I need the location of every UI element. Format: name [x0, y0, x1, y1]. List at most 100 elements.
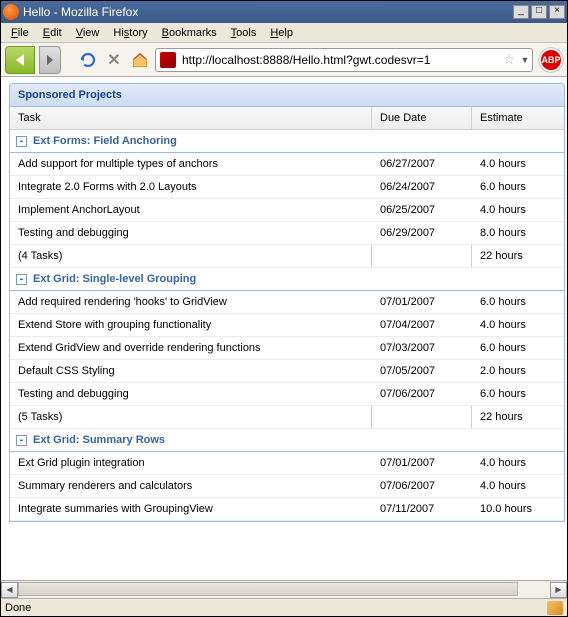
stop-icon: ✕ [107, 50, 120, 70]
cell-est: 2.0 hours [472, 360, 564, 382]
cell-est: 4.0 hours [472, 199, 564, 221]
table-row[interactable]: Extend GridView and override rendering f… [10, 337, 564, 360]
table-row[interactable]: Ext Grid plugin integration07/01/20074.0… [10, 452, 564, 475]
grid-panel: Sponsored Projects Task Due Date Estimat… [9, 83, 565, 522]
cell-task: Implement AnchorLayout [10, 199, 372, 221]
cell-due: 07/01/2007 [372, 291, 472, 313]
summary-row: (5 Tasks) 22 hours [10, 406, 564, 429]
table-row[interactable]: Integrate summaries with GroupingView07/… [10, 498, 564, 521]
table-row[interactable]: Testing and debugging07/06/20076.0 hours [10, 383, 564, 406]
cell-task: Integrate summaries with GroupingView [10, 498, 372, 520]
cell-task: Extend Store with grouping functionality [10, 314, 372, 336]
menu-bookmarks[interactable]: Bookmarks [156, 25, 223, 41]
table-row[interactable]: Default CSS Styling07/05/20072.0 hours [10, 360, 564, 383]
group-header[interactable]: -Ext Forms: Field Anchoring [10, 130, 564, 153]
cell-due: 07/11/2007 [372, 498, 472, 520]
group-title: Ext Forms: Field Anchoring [33, 135, 177, 147]
cell-task: Ext Grid plugin integration [10, 452, 372, 474]
window-titlebar: Hello - Mozilla Firefox _ □ × [1, 1, 567, 23]
menu-file[interactable]: File [5, 25, 35, 41]
cell-task: Summary renderers and calculators [10, 475, 372, 497]
cell-due: 07/01/2007 [372, 452, 472, 474]
triangle-right-icon: ▶ [555, 585, 561, 594]
menu-edit[interactable]: Edit [37, 25, 68, 41]
menu-tools[interactable]: Tools [225, 25, 263, 41]
table-row[interactable]: Extend Store with grouping functionality… [10, 314, 564, 337]
firefox-icon [3, 4, 19, 20]
scroll-track[interactable] [18, 582, 550, 598]
cell-due: 07/04/2007 [372, 314, 472, 336]
forward-button[interactable] [39, 46, 61, 74]
summary-due [372, 406, 472, 428]
column-header-due[interactable]: Due Date [372, 107, 472, 129]
page-content: Sponsored Projects Task Due Date Estimat… [1, 77, 567, 580]
cell-est: 4.0 hours [472, 314, 564, 336]
summary-due [372, 245, 472, 267]
scroll-thumb[interactable] [18, 582, 518, 596]
close-button[interactable]: × [549, 5, 565, 19]
maximize-button[interactable]: □ [531, 5, 547, 19]
back-button[interactable] [5, 46, 35, 74]
home-button[interactable] [129, 49, 151, 71]
menu-help[interactable]: Help [264, 25, 299, 41]
adblock-button[interactable]: ABP [539, 48, 563, 72]
group-header[interactable]: -Ext Grid: Summary Rows [10, 429, 564, 452]
column-header-estimate[interactable]: Estimate [472, 107, 564, 129]
status-icon [547, 601, 563, 615]
grid-body: -Ext Forms: Field AnchoringAdd support f… [10, 130, 564, 521]
horizontal-scrollbar[interactable]: ◀ ▶ [1, 580, 567, 598]
table-row[interactable]: Integrate 2.0 Forms with 2.0 Layouts06/2… [10, 176, 564, 199]
summary-row: (4 Tasks) 22 hours [10, 245, 564, 268]
menubar: File Edit View History Bookmarks Tools H… [1, 23, 567, 43]
group-header[interactable]: -Ext Grid: Single-level Grouping [10, 268, 564, 291]
cell-task: Integrate 2.0 Forms with 2.0 Layouts [10, 176, 372, 198]
cell-task: Default CSS Styling [10, 360, 372, 382]
stop-button[interactable]: ✕ [103, 49, 125, 71]
table-row[interactable]: Summary renderers and calculators07/06/2… [10, 475, 564, 498]
cell-due: 07/06/2007 [372, 475, 472, 497]
url-bar[interactable]: ☆ ▼ [155, 48, 533, 72]
collapse-icon[interactable]: - [16, 136, 27, 147]
summary-task: (5 Tasks) [10, 406, 372, 428]
scroll-right-button[interactable]: ▶ [550, 582, 567, 598]
reload-button[interactable] [77, 49, 99, 71]
menu-history[interactable]: History [107, 25, 153, 41]
cell-task: Testing and debugging [10, 222, 372, 244]
url-dropdown-icon[interactable]: ▼ [518, 55, 532, 65]
scroll-left-button[interactable]: ◀ [1, 582, 18, 598]
status-text: Done [5, 602, 547, 614]
minimize-button[interactable]: _ [513, 5, 529, 19]
column-header-task[interactable]: Task [10, 107, 372, 129]
cell-task: Add required rendering 'hooks' to GridVi… [10, 291, 372, 313]
table-row[interactable]: Implement AnchorLayout06/25/20074.0 hour… [10, 199, 564, 222]
bookmark-star-icon[interactable]: ☆ [500, 51, 518, 68]
cell-task: Testing and debugging [10, 383, 372, 405]
group-title: Ext Grid: Summary Rows [33, 434, 165, 446]
table-row[interactable]: Add support for multiple types of anchor… [10, 153, 564, 176]
cell-due: 06/27/2007 [372, 153, 472, 175]
cell-due: 07/05/2007 [372, 360, 472, 382]
cell-est: 4.0 hours [472, 153, 564, 175]
url-input[interactable] [180, 53, 500, 67]
status-bar: Done [1, 598, 567, 616]
cell-due: 07/03/2007 [372, 337, 472, 359]
table-row[interactable]: Testing and debugging06/29/20078.0 hours [10, 222, 564, 245]
collapse-icon[interactable]: - [16, 274, 27, 285]
grid-header-row: Task Due Date Estimate [10, 107, 564, 130]
summary-est: 22 hours [472, 245, 564, 267]
cell-est: 6.0 hours [472, 383, 564, 405]
menu-view[interactable]: View [70, 25, 106, 41]
table-row[interactable]: Add required rendering 'hooks' to GridVi… [10, 291, 564, 314]
cell-est: 6.0 hours [472, 337, 564, 359]
cell-task: Add support for multiple types of anchor… [10, 153, 372, 175]
cell-est: 4.0 hours [472, 475, 564, 497]
summary-task: (4 Tasks) [10, 245, 372, 267]
grid: Task Due Date Estimate -Ext Forms: Field… [10, 107, 564, 521]
summary-est: 22 hours [472, 406, 564, 428]
window-title: Hello - Mozilla Firefox [23, 5, 513, 19]
group-title: Ext Grid: Single-level Grouping [33, 273, 196, 285]
cell-due: 07/06/2007 [372, 383, 472, 405]
site-favicon [160, 52, 176, 68]
collapse-icon[interactable]: - [16, 435, 27, 446]
cell-est: 6.0 hours [472, 176, 564, 198]
